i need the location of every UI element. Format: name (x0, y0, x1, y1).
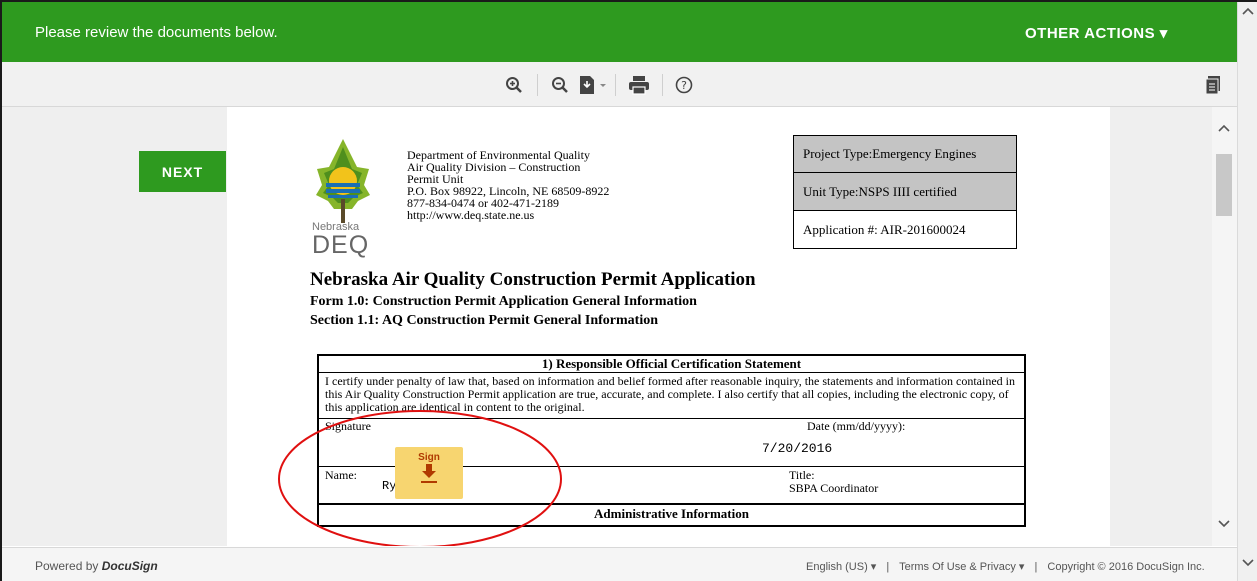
review-message: Please review the documents below. (35, 24, 278, 41)
scroll-down-icon[interactable] (1241, 558, 1255, 568)
toolbar-divider (662, 74, 663, 96)
agency-url-link[interactable]: http://www.deq.state.ne.us (407, 208, 534, 222)
section-title: Section 1.1: AQ Construction Permit Gene… (310, 313, 659, 328)
zoom-out-icon[interactable] (548, 72, 572, 98)
application-number: Application #: AIR-201600024 (793, 211, 1017, 249)
project-type: Project Type:Emergency Engines (793, 135, 1017, 173)
toolbar-divider (615, 74, 616, 96)
powered-by: Powered by DocuSign (35, 559, 158, 573)
logo-deq-text: DEQ (312, 231, 370, 259)
footer-bar: Powered by DocuSign English (US) ▾ | Ter… (2, 547, 1237, 581)
scroll-up-icon[interactable] (1241, 6, 1255, 16)
powered-by-text: Powered by (35, 559, 99, 573)
form-title: Form 1.0: Construction Permit Applicatio… (310, 294, 697, 309)
footer-divider: | (1034, 561, 1038, 573)
title-value: SBPA Coordinator (789, 481, 879, 495)
document-viewer: NEXT Nebraska DEQ Department of Environm… (2, 107, 1237, 546)
help-icon[interactable]: ? (672, 72, 696, 98)
nebraska-deq-logo (316, 139, 370, 223)
copyright-text: Copyright © 2016 DocuSign Inc. (1047, 561, 1205, 573)
agency-address: Department of Environmental Quality Air … (407, 149, 609, 221)
next-button[interactable]: NEXT (139, 151, 226, 192)
project-info-box: Project Type:Emergency Engines Unit Type… (793, 135, 1017, 249)
language-selector[interactable]: English (US) ▾ (806, 561, 876, 573)
document-title: Nebraska Air Quality Construction Permit… (310, 269, 756, 290)
svg-text:?: ? (681, 79, 687, 92)
unit-type: Unit Type:NSPS IIII certified (793, 173, 1017, 211)
document-toolbar: ? (2, 62, 1237, 107)
footer-divider: | (886, 561, 890, 573)
print-icon[interactable] (626, 72, 652, 98)
date-value: 7/20/2016 (762, 441, 833, 456)
window-scrollbar[interactable] (1237, 2, 1257, 581)
documents-icon[interactable] (1202, 72, 1224, 98)
zoom-in-icon[interactable] (502, 72, 526, 98)
document-page: Nebraska DEQ Department of Environmental… (227, 107, 1110, 546)
cert-header: 1) Responsible Official Certification St… (319, 356, 1024, 373)
page-scrollbar[interactable] (1212, 107, 1237, 546)
scroll-up-icon[interactable] (1217, 123, 1231, 133)
toolbar-divider (537, 74, 538, 96)
date-label: Date (mm/dd/yyyy): (807, 419, 906, 433)
scrollbar-thumb[interactable] (1216, 154, 1232, 216)
annotation-circle (278, 410, 562, 546)
footer-links: English (US) ▾ | Terms Of Use & Privacy … (806, 560, 1205, 573)
top-banner: Please review the documents below. OTHER… (2, 2, 1237, 62)
download-icon[interactable] (575, 72, 611, 98)
other-actions-menu[interactable]: OTHER ACTIONS ▾ (1025, 24, 1168, 42)
docusign-logo: DocuSign (101, 559, 158, 573)
scroll-down-icon[interactable] (1217, 519, 1231, 529)
terms-link[interactable]: Terms Of Use & Privacy ▾ (899, 561, 1024, 573)
